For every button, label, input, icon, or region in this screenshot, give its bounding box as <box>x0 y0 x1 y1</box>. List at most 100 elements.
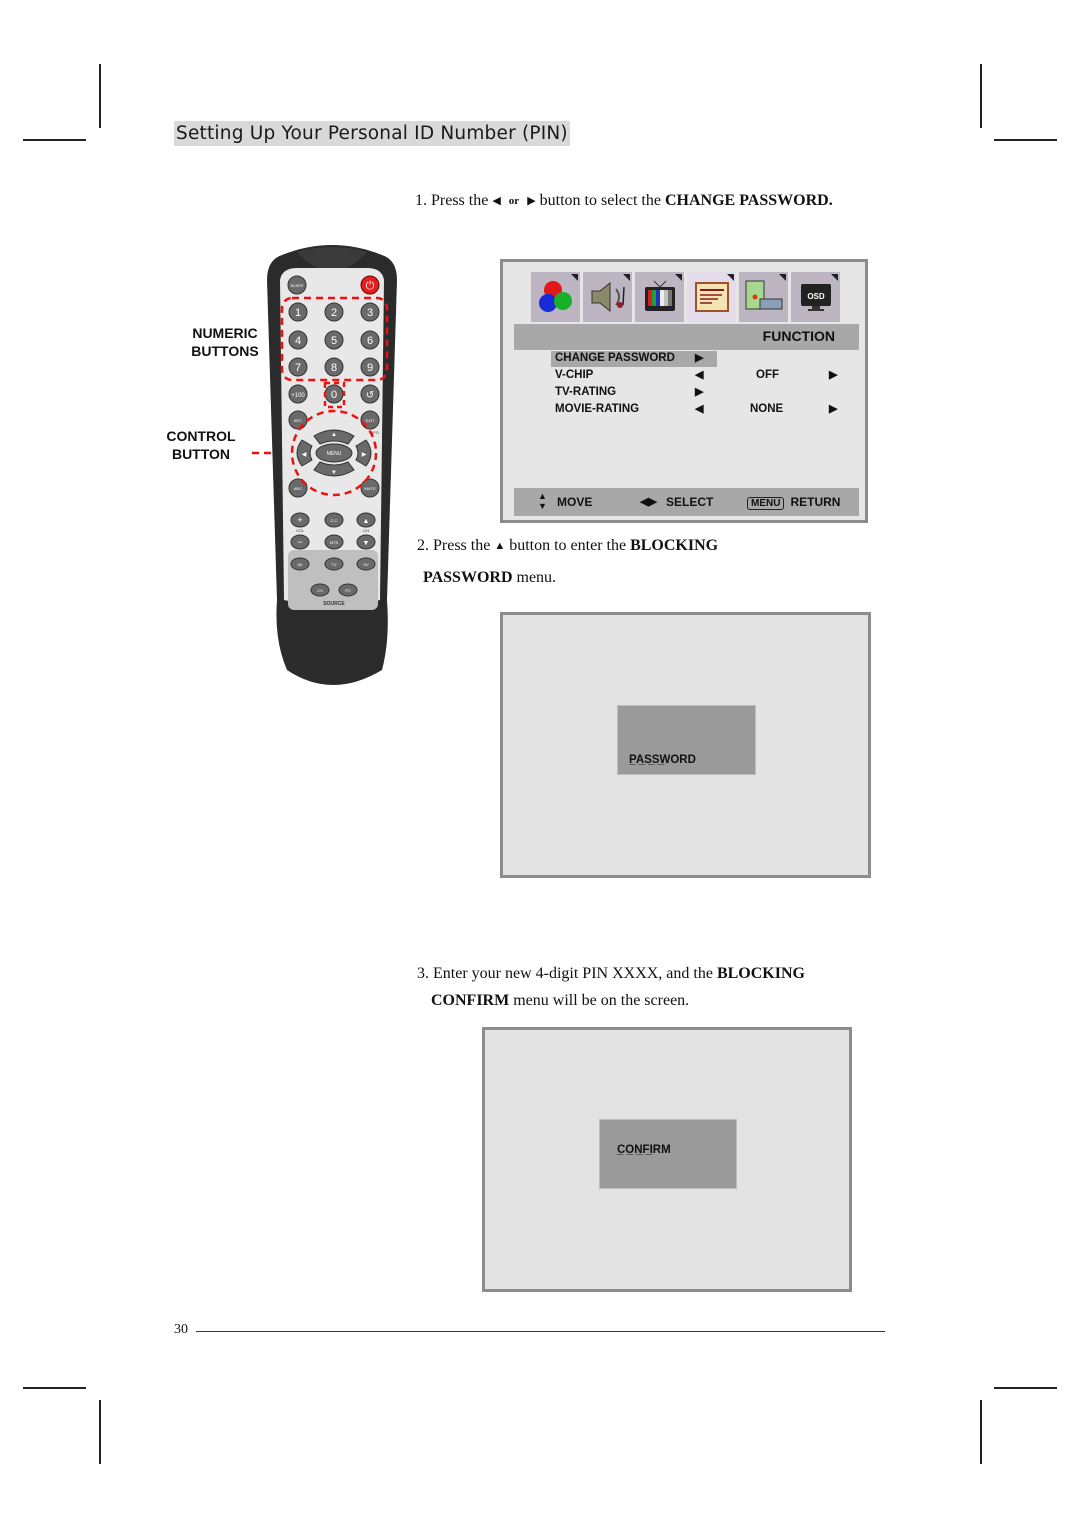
left-arrow-icon[interactable]: ◀ <box>695 402 703 415</box>
blocking-confirm-screenshot: CONFIRM _ _ _ _ <box>482 1027 852 1292</box>
page-title: Setting Up Your Personal ID Number (PIN) <box>174 121 570 146</box>
svg-text:APC: APC <box>294 418 302 423</box>
callout-line: BUTTONS <box>191 343 259 359</box>
step-2-prefix: 2. Press the <box>417 537 491 554</box>
svg-text:0: 0 <box>331 389 337 401</box>
menu-key-icon: MENU <box>747 497 785 510</box>
menu-item-v-chip[interactable]: V-CHIP ◀ OFF ▶ <box>551 368 841 384</box>
step-2-text-line2: PASSWORD menu. <box>423 564 556 591</box>
up-down-arrow-icon: ▲ ▼ <box>538 491 547 511</box>
svg-text:+100: +100 <box>291 393 305 399</box>
step-2-bold2: PASSWORD <box>423 569 513 586</box>
svg-text:+: + <box>297 515 302 525</box>
picture-icon <box>531 272 580 322</box>
svg-text:▶: ▶ <box>362 452 367 458</box>
return-label: RETURN <box>790 495 841 509</box>
svg-text:AV: AV <box>297 562 302 567</box>
svg-text:VOL: VOL <box>296 528 305 533</box>
right-arrow-icon[interactable]: ▶ <box>695 385 703 398</box>
left-right-arrow-icon: ◀▶ <box>640 496 657 508</box>
tv-icon <box>635 272 684 322</box>
osd-icon: OSD <box>791 272 840 322</box>
svg-text:▲: ▲ <box>363 518 370 525</box>
menu-item-value: OFF <box>756 369 779 381</box>
section-header: FUNCTION <box>514 324 859 350</box>
svg-text:−: − <box>297 537 302 547</box>
step-3-text: 3. Enter your new 4-digit PIN XXXX, and … <box>417 960 805 987</box>
crop-mark <box>980 64 982 128</box>
svg-text:6: 6 <box>367 335 373 347</box>
confirm-placeholder: _ _ _ _ <box>617 1144 653 1156</box>
step-3-bold1: BLOCKING <box>716 965 805 982</box>
menu-item-tv-rating[interactable]: TV-RATING ▶ <box>551 385 841 401</box>
crop-mark <box>99 64 101 128</box>
callout-line: CONTROL <box>166 428 236 444</box>
svg-text:7: 7 <box>295 362 301 374</box>
right-arrow-icon[interactable]: ▶ <box>829 402 837 415</box>
select-hint: SELECT <box>666 495 714 509</box>
svg-text:4: 4 <box>295 335 301 347</box>
crop-mark <box>980 1400 982 1464</box>
svg-text:3: 3 <box>367 307 373 319</box>
callout-line: BUTTON <box>171 446 231 462</box>
step-3-bold2: CONFIRM <box>431 992 510 1009</box>
password-placeholder: _ _ _ _ <box>629 754 665 766</box>
sleep-button-label: SLEEP <box>291 283 304 288</box>
step-3-prefix: 3. Enter your new 4-digit PIN XXXX, and … <box>417 965 713 982</box>
step-2-suffix: menu. <box>516 569 557 586</box>
svg-text:MUTE: MUTE <box>364 486 376 491</box>
left-arrow-icon: ◀ <box>492 195 501 207</box>
menu-item-label: V-CHIP <box>555 369 594 381</box>
crop-mark <box>994 139 1057 141</box>
menu-item-value: NONE <box>750 403 784 415</box>
footer-rule <box>196 1331 885 1332</box>
menu-item-label: CHANGE PASSWORD <box>555 352 675 364</box>
callout-line: NUMERIC <box>192 325 258 341</box>
function-icon <box>687 272 736 322</box>
svg-text:SV: SV <box>363 562 369 567</box>
svg-text:5: 5 <box>331 335 337 347</box>
step-2-middle: button to enter the <box>509 537 627 554</box>
menu-item-label: MOVIE-RATING <box>555 403 640 415</box>
step-1-bold: CHANGE PASSWORD. <box>664 192 833 209</box>
svg-text:MTS: MTS <box>330 540 339 545</box>
svg-text:▼: ▼ <box>363 540 370 547</box>
svg-text:9: 9 <box>367 362 373 374</box>
menu-footer-hints: ▲ ▼ MOVE ◀▶ SELECT MENU RETURN <box>514 488 859 516</box>
confirm-dialog: CONFIRM _ _ _ _ <box>599 1119 737 1189</box>
svg-text:◀: ◀ <box>302 452 307 458</box>
crop-mark <box>23 1387 86 1389</box>
power-icon: ⏻ <box>366 280 375 292</box>
step-1-prefix: 1. Press the <box>415 192 489 209</box>
step-2-bold1: BLOCKING <box>630 537 719 554</box>
step-3-text-line2: CONFIRM menu will be on the screen. <box>431 987 689 1014</box>
return-hint: MENU RETURN <box>747 495 841 510</box>
svg-text:▲: ▲ <box>331 432 337 438</box>
right-arrow-icon: ▶ <box>527 195 536 207</box>
svg-text:EXIT: EXIT <box>366 418 375 423</box>
control-button-callout: CONTROL BUTTON <box>158 427 244 463</box>
menu-item-movie-rating[interactable]: MOVIE-RATING ◀ NONE ▶ <box>551 402 841 418</box>
svg-text:CH: CH <box>363 528 369 533</box>
menu-item-change-password[interactable]: CHANGE PASSWORD ▶ <box>551 351 717 367</box>
svg-text:MENU: MENU <box>327 451 342 457</box>
crop-mark <box>23 139 86 141</box>
right-arrow-icon: ▶ <box>695 352 704 364</box>
step-1-text: 1. Press the ◀ or ▶ button to select the C… <box>415 187 833 215</box>
password-dialog: PASSWORD _ _ _ _ <box>617 705 756 775</box>
sound-icon <box>583 272 632 322</box>
step-3-suffix: menu will be on the screen. <box>513 992 690 1009</box>
svg-text:▼: ▼ <box>331 470 337 476</box>
numeric-buttons-callout: NUMERIC BUTTONS <box>180 324 270 360</box>
svg-text:TV: TV <box>331 562 336 567</box>
crop-mark <box>994 1387 1057 1389</box>
left-arrow-icon[interactable]: ◀ <box>695 368 703 381</box>
pc-icon <box>739 272 788 322</box>
svg-text:1: 1 <box>295 307 301 319</box>
crop-mark <box>99 1400 101 1464</box>
svg-text:↺: ↺ <box>366 390 374 401</box>
page-number: 30 <box>174 1322 188 1337</box>
right-arrow-icon[interactable]: ▶ <box>829 368 837 381</box>
svg-text:SOURCE: SOURCE <box>323 601 345 607</box>
svg-text:ARC: ARC <box>294 486 303 491</box>
